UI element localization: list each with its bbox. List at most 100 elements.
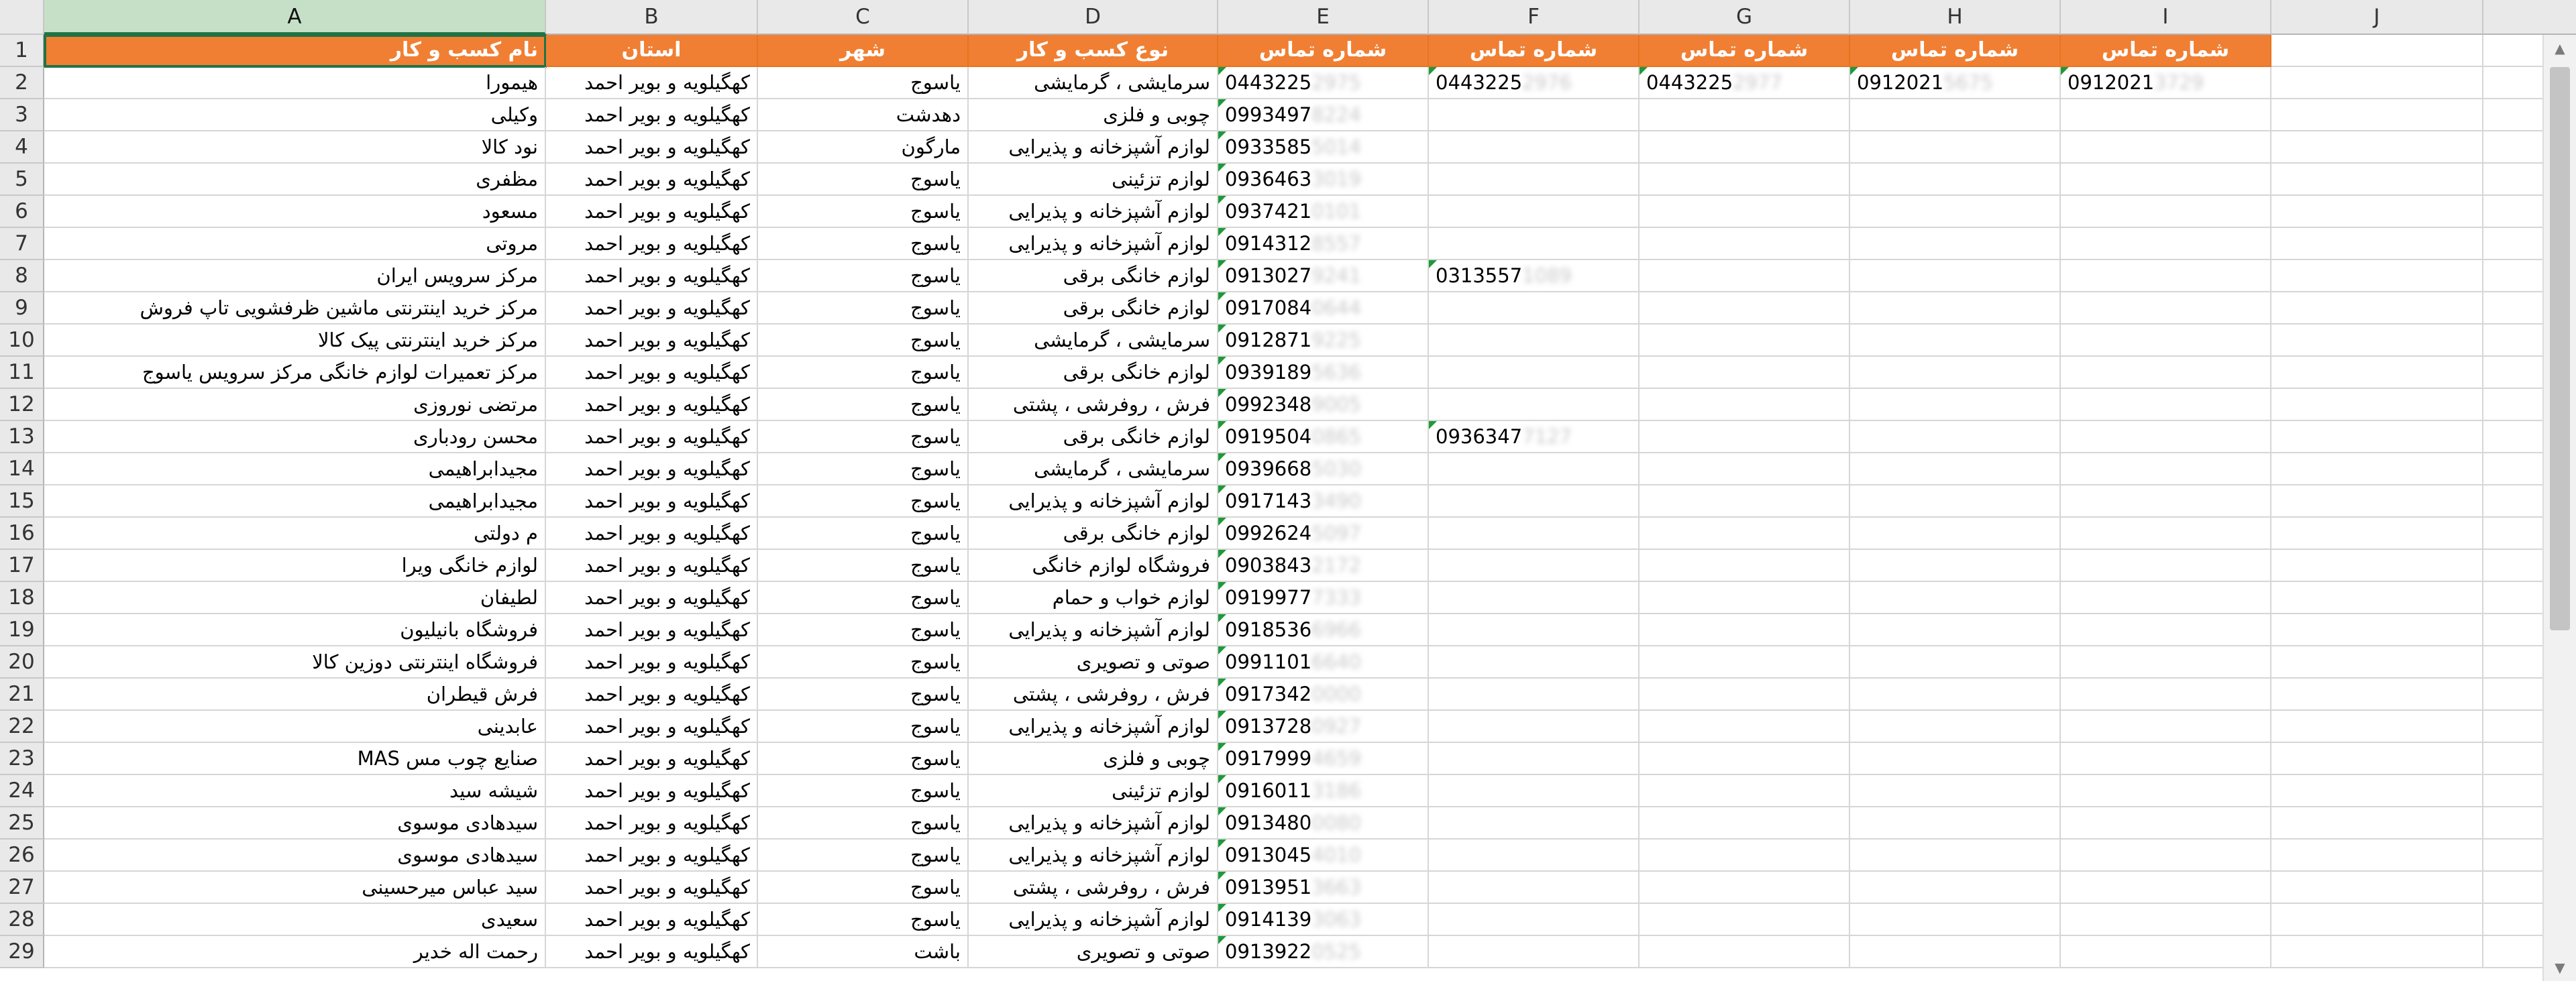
phone-cell[interactable]: 09391895636 bbox=[1218, 357, 1429, 389]
province-cell[interactable]: کهگیلویه و بویر احمد bbox=[546, 164, 758, 196]
business-name-cell[interactable]: مرکز خرید اینترنتی ماشین ظرفشویی تاپ فرو… bbox=[44, 292, 546, 325]
business-name-cell[interactable]: مسعود bbox=[44, 196, 546, 228]
row-header[interactable]: 14 bbox=[0, 453, 44, 485]
row-header[interactable]: 5 bbox=[0, 164, 44, 196]
spreadsheet[interactable]: A B C D E F G H I J 1 نام کسب و کار استان شهر نوع کسب … bbox=[0, 0, 2576, 981]
phone-cell[interactable] bbox=[1640, 807, 1850, 840]
empty-cell[interactable] bbox=[2271, 775, 2483, 807]
business-name-cell[interactable]: شیشه سید bbox=[44, 775, 546, 807]
row-header[interactable]: 16 bbox=[0, 518, 44, 550]
phone-cell[interactable] bbox=[1429, 485, 1640, 518]
empty-cell[interactable] bbox=[2271, 325, 2483, 357]
row-header[interactable]: 2 bbox=[0, 67, 44, 99]
province-cell[interactable]: کهگیلویه و بویر احمد bbox=[546, 840, 758, 872]
city-cell[interactable]: یاسوج bbox=[758, 357, 969, 389]
phone-cell[interactable]: 09374210101 bbox=[1218, 196, 1429, 228]
phone-cell[interactable] bbox=[1850, 872, 2061, 904]
phone-cell[interactable] bbox=[1429, 550, 1640, 582]
phone-cell[interactable]: 09038432172 bbox=[1218, 550, 1429, 582]
phone-cell[interactable] bbox=[1429, 711, 1640, 743]
phone-cell[interactable] bbox=[1850, 807, 2061, 840]
phone-cell[interactable] bbox=[1850, 260, 2061, 292]
phone-cell[interactable]: 09173420000 bbox=[1218, 679, 1429, 711]
city-cell[interactable]: یاسوج bbox=[758, 485, 969, 518]
business-type-cell[interactable]: لوازم آشپزخانه و پذیرایی bbox=[969, 614, 1218, 646]
phone-cell[interactable] bbox=[2061, 325, 2271, 357]
phone-cell[interactable]: 09171433490 bbox=[1218, 485, 1429, 518]
province-cell[interactable]: کهگیلویه و بویر احمد bbox=[546, 936, 758, 968]
row-header[interactable]: 20 bbox=[0, 646, 44, 679]
empty-cell[interactable] bbox=[2271, 582, 2483, 614]
row-header[interactable]: 1 bbox=[0, 35, 44, 67]
column-header-a[interactable]: A bbox=[44, 0, 546, 35]
business-name-cell[interactable]: م دولتی bbox=[44, 518, 546, 550]
column-header-f[interactable]: F bbox=[1429, 0, 1640, 35]
province-cell[interactable]: کهگیلویه و بویر احمد bbox=[546, 421, 758, 453]
row-header[interactable]: 13 bbox=[0, 421, 44, 453]
phone-cell[interactable]: 04432252977 bbox=[1640, 67, 1850, 99]
phone-cell[interactable] bbox=[1640, 904, 1850, 936]
phone-cell[interactable]: 09137280927 bbox=[1218, 711, 1429, 743]
row-header[interactable]: 27 bbox=[0, 872, 44, 904]
province-cell[interactable]: کهگیلویه و بویر احمد bbox=[546, 292, 758, 325]
row-header[interactable]: 23 bbox=[0, 743, 44, 775]
business-name-cell[interactable]: مرتضی نوروزی bbox=[44, 389, 546, 421]
business-type-cell[interactable]: لوازم خانگی برقی bbox=[969, 357, 1218, 389]
header-cell-e[interactable]: شماره تماس bbox=[1218, 35, 1429, 67]
phone-cell[interactable] bbox=[1850, 775, 2061, 807]
phone-cell[interactable]: 09199777333 bbox=[1218, 582, 1429, 614]
phone-cell[interactable] bbox=[1429, 614, 1640, 646]
business-type-cell[interactable]: لوازم خانگی برقی bbox=[969, 518, 1218, 550]
empty-cell[interactable] bbox=[2271, 518, 2483, 550]
header-cell-b[interactable]: استان bbox=[546, 35, 758, 67]
empty-cell[interactable] bbox=[2271, 164, 2483, 196]
phone-cell[interactable]: 09923489005 bbox=[1218, 389, 1429, 421]
empty-cell[interactable] bbox=[2271, 614, 2483, 646]
phone-cell[interactable] bbox=[1429, 775, 1640, 807]
row-header[interactable]: 21 bbox=[0, 679, 44, 711]
phone-cell[interactable] bbox=[2061, 743, 2271, 775]
phone-cell[interactable] bbox=[1640, 131, 1850, 164]
phone-cell[interactable] bbox=[1850, 550, 2061, 582]
province-cell[interactable]: کهگیلویه و بویر احمد bbox=[546, 807, 758, 840]
scroll-thumb[interactable] bbox=[2550, 67, 2570, 630]
phone-cell[interactable] bbox=[2061, 485, 2271, 518]
phone-cell[interactable] bbox=[1850, 679, 2061, 711]
phone-cell[interactable] bbox=[1640, 679, 1850, 711]
phone-cell[interactable]: 09926245097 bbox=[1218, 518, 1429, 550]
province-cell[interactable]: کهگیلویه و بویر احمد bbox=[546, 743, 758, 775]
row-header[interactable]: 8 bbox=[0, 260, 44, 292]
province-cell[interactable]: کهگیلویه و بویر احمد bbox=[546, 485, 758, 518]
row-header[interactable]: 25 bbox=[0, 807, 44, 840]
business-type-cell[interactable]: سرمایشی ، گرمایشی bbox=[969, 67, 1218, 99]
phone-cell[interactable] bbox=[1640, 357, 1850, 389]
business-name-cell[interactable]: سیدهادی موسوی bbox=[44, 840, 546, 872]
city-cell[interactable]: یاسوج bbox=[758, 679, 969, 711]
business-type-cell[interactable]: لوازم آشپزخانه و پذیرایی bbox=[969, 904, 1218, 936]
phone-cell[interactable] bbox=[1640, 872, 1850, 904]
empty-cell[interactable] bbox=[2271, 904, 2483, 936]
phone-cell[interactable]: 09363477127 bbox=[1429, 421, 1640, 453]
city-cell[interactable]: دهدشت bbox=[758, 99, 969, 131]
phone-cell[interactable] bbox=[1850, 131, 2061, 164]
province-cell[interactable]: کهگیلویه و بویر احمد bbox=[546, 550, 758, 582]
phone-cell[interactable]: 03135571089 bbox=[1429, 260, 1640, 292]
phone-cell[interactable] bbox=[2061, 164, 2271, 196]
phone-cell[interactable] bbox=[2061, 840, 2271, 872]
header-cell-f[interactable]: شماره تماس bbox=[1429, 35, 1640, 67]
province-cell[interactable]: کهگیلویه و بویر احمد bbox=[546, 99, 758, 131]
phone-cell[interactable] bbox=[1429, 936, 1640, 968]
phone-cell[interactable] bbox=[1640, 196, 1850, 228]
province-cell[interactable]: کهگیلویه و بویر احمد bbox=[546, 646, 758, 679]
phone-cell[interactable] bbox=[2061, 872, 2271, 904]
row-header[interactable]: 29 bbox=[0, 936, 44, 968]
empty-cell[interactable] bbox=[2271, 807, 2483, 840]
empty-cell[interactable] bbox=[2271, 260, 2483, 292]
province-cell[interactable]: کهگیلویه و بویر احمد bbox=[546, 614, 758, 646]
phone-cell[interactable] bbox=[1850, 389, 2061, 421]
phone-cell[interactable] bbox=[1429, 357, 1640, 389]
phone-cell[interactable] bbox=[2061, 260, 2271, 292]
header-cell-g[interactable]: شماره تماس bbox=[1640, 35, 1850, 67]
business-type-cell[interactable]: لوازم خانگی برقی bbox=[969, 421, 1218, 453]
phone-cell[interactable] bbox=[1640, 614, 1850, 646]
